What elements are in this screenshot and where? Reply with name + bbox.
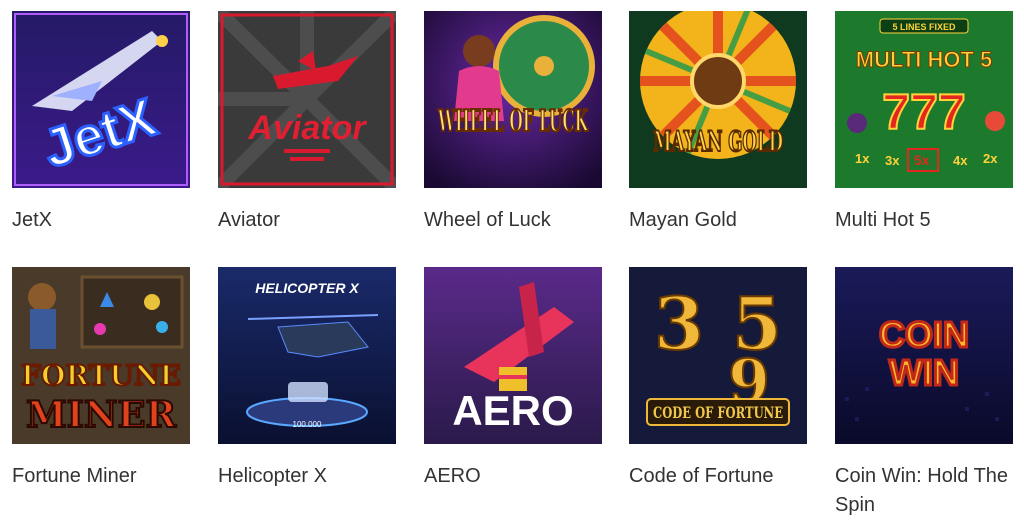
svg-text:2x: 2x (983, 151, 998, 166)
mayan-art-text: MAYAN GOLD (653, 125, 783, 158)
mayan-gold-game-art[interactable]: MAYAN GOLD (629, 11, 807, 188)
game-title[interactable]: Wheel of Luck (424, 206, 602, 235)
game-title[interactable]: Mayan Gold (629, 206, 807, 235)
svg-text:3x: 3x (885, 153, 900, 168)
game-title[interactable]: Multi Hot 5 (835, 206, 1013, 235)
jetx-game-art[interactable]: JetX (12, 11, 190, 188)
game-card-mayan-gold[interactable]: MAYAN GOLD Mayan Gold (629, 11, 807, 235)
wheel-art-text: WHEEL OF LUCK (437, 104, 588, 139)
lines-badge: 5 LINES FIXED (892, 22, 956, 32)
game-card-helicopter-x[interactable]: HELICOPTER X 100.000 Helicopter X (218, 267, 396, 491)
svg-text:FORTUNE: FORTUNE (21, 359, 181, 392)
svg-text:3: 3 (654, 281, 704, 366)
game-card-coin-win[interactable]: COIN WIN Coin Win: Hold The Spin (835, 267, 1013, 520)
svg-text:MINER: MINER (26, 394, 177, 436)
svg-text:5x: 5x (914, 152, 930, 168)
aviator-art-text: Aviator (247, 109, 367, 147)
game-card-multi-hot-5[interactable]: 5 LINES FIXED MULTI HOT 5 777 1x 3x 5x 4… (835, 11, 1013, 235)
game-title[interactable]: AERO (424, 462, 602, 491)
multi-hot-5-game-art[interactable]: 5 LINES FIXED MULTI HOT 5 777 1x 3x 5x 4… (835, 11, 1013, 188)
game-card-wheel-of-luck[interactable]: WHEEL OF LUCK Wheel of Luck (424, 11, 602, 235)
game-title[interactable]: Coin Win: Hold The Spin (835, 462, 1013, 520)
helicopter-art-text: HELICOPTER X (255, 280, 360, 296)
aviator-game-art[interactable]: Aviator (218, 11, 396, 188)
game-title[interactable]: Aviator (218, 206, 396, 235)
svg-text:4x: 4x (953, 153, 968, 168)
code-fortune-art-text: CODE OF FORTUNE (653, 403, 783, 422)
aero-art-text: AERO (452, 387, 573, 434)
fortune-miner-game-art[interactable]: FORTUNE MINER (12, 267, 190, 444)
aero-game-art[interactable]: AERO (424, 267, 602, 444)
helicopter-counter: 100.000 (293, 420, 322, 429)
code-of-fortune-game-art[interactable]: 3 5 9 CODE OF FORTUNE (629, 267, 807, 444)
game-card-jetx[interactable]: JetX JetX (12, 11, 190, 235)
coin-win-game-art[interactable]: COIN WIN (835, 267, 1013, 444)
svg-text:WIN: WIN (889, 352, 959, 393)
game-card-aero[interactable]: AERO AERO (424, 267, 602, 491)
game-title[interactable]: Code of Fortune (629, 462, 807, 491)
game-card-fortune-miner[interactable]: FORTUNE MINER Fortune Miner (12, 267, 190, 491)
svg-text:777: 777 (882, 84, 965, 140)
svg-text:1x: 1x (855, 151, 870, 166)
wheel-of-luck-game-art[interactable]: WHEEL OF LUCK (424, 11, 602, 188)
game-title[interactable]: JetX (12, 206, 190, 235)
game-title[interactable]: Helicopter X (218, 462, 396, 491)
game-card-code-of-fortune[interactable]: 3 5 9 CODE OF FORTUNE Code of Fortune (629, 267, 807, 491)
game-title[interactable]: Fortune Miner (12, 462, 190, 491)
helicopter-x-game-art[interactable]: HELICOPTER X 100.000 (218, 267, 396, 444)
svg-text:COIN: COIN (879, 314, 969, 355)
multi-hot-art-text: MULTI HOT 5 (856, 47, 992, 72)
game-card-aviator[interactable]: Aviator Aviator (218, 11, 396, 235)
